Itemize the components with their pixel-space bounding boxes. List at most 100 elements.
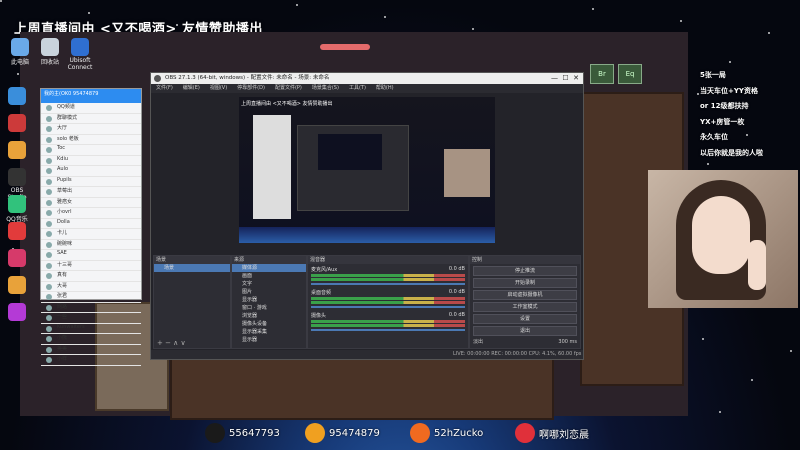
control-button[interactable]: 启动虚拟摄像机 [473,290,577,300]
desktop-icon[interactable]: Ubisoft Connect [65,38,95,71]
menu-item[interactable]: 停靠部件(D) [237,85,265,91]
desktop-icon[interactable] [2,222,32,241]
list-item[interactable]: 美美 [41,345,141,355]
obs-status-text: LIVE: 00:00:00 REC: 00:00:00 CPU: 4.1%, … [453,351,582,357]
weibo-icon [515,423,535,443]
social-item: 95474879 [305,420,380,446]
transition-label[interactable]: 淡出 [473,338,483,345]
desktop-icon[interactable] [2,303,32,322]
source-item[interactable]: 浏览器 [232,312,306,320]
list-item[interactable]: 小ovrl [41,208,141,219]
obs-preview[interactable]: 上周直播间由 <又不喝酒> 友情赞助播出 [239,97,495,243]
control-button[interactable]: 停止推流 [473,266,577,276]
app-icon [11,38,29,56]
volume-slider[interactable] [311,306,465,308]
desktop-icon-label: Ubisoft Connect [67,57,93,71]
list-item[interactable]: QQ频道 [41,103,141,114]
volume-slider[interactable] [311,329,465,331]
source-item[interactable]: 窗口 · 游戏 [232,304,306,312]
list-item[interactable]: 群聊模式 [41,114,141,124]
obs-title: OBS 27.1.3 (64-bit, windows) - 配置文件: 未命名… [165,75,330,81]
control-button[interactable]: 开始录制 [473,278,577,288]
list-item[interactable]: 卡儿 [41,229,141,240]
qq-contact-list[interactable]: QQ频道 群聊模式 大厅 solo 老板 Toc Kdiu Aulo Pupils 草莓出 雅痞女… [41,103,141,366]
preview-qq [253,115,291,219]
menu-item[interactable]: 配置文件(P) [275,85,302,91]
volume-slider[interactable] [311,283,465,285]
desktop-icon[interactable] [2,114,32,133]
list-item[interactable]: 碗碗咪 [41,240,141,250]
reward-item: YX+房管一枚 [700,117,745,126]
transition-duration[interactable]: 300 ms [558,339,577,345]
source-item[interactable]: 媒体源 [232,264,306,272]
mixer-dock[interactable]: 混音器 麦克风/Aux 0.0 dB 桌面音频 0.0 dB 摄像头 0.0 dB [307,255,469,349]
scene-tools[interactable]: + − ∧ ∨ [157,339,186,347]
desktop-icon[interactable] [2,87,32,106]
list-item[interactable]: Pupils [41,177,141,187]
menu-item[interactable]: 场景集合(S) [312,85,339,91]
desktop-icon[interactable] [2,141,32,160]
list-item[interactable]: Toc [41,145,141,156]
mixer-channel-level: 0.0 dB [448,289,465,295]
qq-window[interactable]: 我的主(OK0 95474879 QQ频道 群聊模式 大厅 solo 老板 Toc Kdi… [40,88,142,366]
list-item[interactable]: 十三哥 [41,261,141,271]
face-shape [692,196,750,274]
app-icon [8,87,26,105]
list-item[interactable]: 小样 [41,355,141,366]
scene-item[interactable]: 场景 [154,264,230,272]
list-item[interactable]: 网路 [41,303,141,313]
mixer-channel-header: 麦克风/Aux 0.0 dB [311,266,465,273]
list-item[interactable]: 小熊 [41,334,141,345]
desktop-icon[interactable]: 此电脑 [5,38,35,66]
reward-item: 永久车位 [700,133,728,141]
list-item[interactable]: 真有 [41,271,141,282]
list-item[interactable]: 一些 [41,313,141,324]
list-item[interactable]: 大厅 [41,124,141,135]
source-item[interactable]: 摄像头设备 [232,320,306,328]
list-item[interactable]: Dolla [41,219,141,229]
source-item[interactable]: 显示器采集 [232,328,306,336]
desktop-icon[interactable]: 回收站 [35,38,65,66]
social-text: 啊哪刘恋晨 [539,429,589,441]
list-item[interactable]: 雅痞女 [41,198,141,208]
app-icon [8,276,26,294]
control-button[interactable]: 设置 [473,314,577,324]
menu-item[interactable]: 视图(V) [210,85,227,91]
list-item[interactable]: Kunwaiters [41,324,141,334]
list-item[interactable]: 草莓出 [41,187,141,198]
menu-item[interactable]: 文件(F) [156,85,173,91]
app-icon [8,303,26,321]
list-item[interactable]: 张君 [41,292,141,303]
desktop-icon[interactable] [2,249,32,268]
menu-item[interactable]: 帮助(H) [376,85,394,91]
mixer-channel[interactable]: 摄像头 0.0 dB [308,310,468,333]
controls-dock[interactable]: 控制 停止推流 开始录制 启动虚拟摄像机 工作室模式 设置 退出 淡出 300 ms [469,255,581,349]
mixer-channel[interactable]: 桌面音频 0.0 dB [308,287,468,310]
source-item[interactable]: 画面 [232,272,306,280]
source-item[interactable]: 文字 [232,280,306,288]
source-item[interactable]: 显示器 [232,336,306,344]
menu-item[interactable]: 工具(T) [349,85,366,91]
control-button[interactable]: 退出 [473,326,577,336]
volume-meter [311,278,465,281]
sources-dock[interactable]: 来源 媒体源 画面 文字 图片 显示器 窗口 · 游戏 浏览器 摄像头设备 显示器采集 显示器 [231,255,307,349]
list-item[interactable]: solo 老板 [41,135,141,145]
source-item[interactable]: 图片 [232,288,306,296]
scenes-dock[interactable]: 场景 场景 + − ∧ ∨ [153,255,231,349]
obs-menubar[interactable]: 文件(F) 编辑(E) 视图(V) 停靠部件(D) 配置文件(P) 场景集合(S) 工具(T… [151,84,583,93]
list-item[interactable]: SAE [41,250,141,261]
mixer-channel[interactable]: 麦克风/Aux 0.0 dB [308,264,468,287]
window-controls[interactable]: — ☐ ✕ [551,73,579,84]
control-button[interactable]: 工作室模式 [473,302,577,312]
list-item[interactable]: Aulo [41,166,141,177]
desktop-icon[interactable]: QQ音乐 [2,195,32,223]
menu-item[interactable]: 编辑(E) [183,85,200,91]
obs-window[interactable]: OBS 27.1.3 (64-bit, windows) - 配置文件: 未命名… [150,72,584,360]
list-item[interactable]: 大哥 [41,282,141,292]
desktop-icon-label: 回收站 [40,59,59,66]
mixer-channel-level: 0.0 dB [448,266,465,272]
source-item[interactable]: 显示器 [232,296,306,304]
desktop-icon[interactable] [2,276,32,295]
social-text: 55647793 [229,427,280,439]
list-item[interactable]: Kdiu [41,156,141,166]
